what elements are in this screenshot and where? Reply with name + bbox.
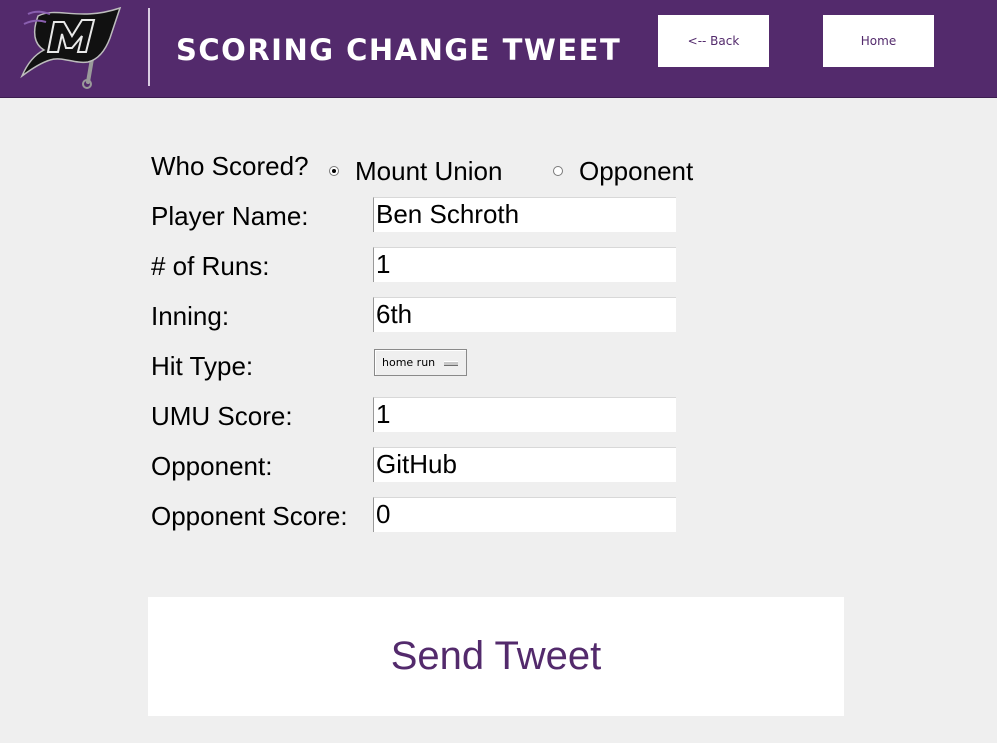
home-button[interactable]: Home bbox=[823, 15, 934, 67]
scoring-change-tweet-window: SCORING CHANGE TWEET <-- Back Home Who S… bbox=[0, 0, 997, 743]
opponent-field[interactable]: GitHub bbox=[373, 447, 676, 482]
player-name-field[interactable]: Ben Schroth bbox=[373, 197, 676, 232]
runs-label: # of Runs: bbox=[151, 251, 270, 281]
radio-mount-union-label: Mount Union bbox=[355, 155, 503, 186]
option-menu-indicator-icon bbox=[444, 361, 458, 366]
umu-score-field[interactable]: 1 bbox=[373, 397, 676, 432]
radio-mount-union[interactable]: Mount Union bbox=[329, 153, 502, 189]
player-name-label: Player Name: bbox=[151, 201, 309, 231]
inning-field[interactable]: 6th bbox=[373, 297, 676, 332]
header-divider bbox=[148, 8, 150, 86]
mount-union-flag-logo-icon bbox=[18, 4, 126, 90]
hit-type-label: Hit Type: bbox=[151, 351, 254, 381]
send-tweet-button[interactable]: Send Tweet bbox=[148, 597, 844, 716]
radio-opponent[interactable]: Opponent bbox=[553, 153, 693, 189]
hit-type-select[interactable]: home run bbox=[374, 349, 467, 376]
back-button[interactable]: <-- Back bbox=[658, 15, 769, 67]
header-bar: SCORING CHANGE TWEET <-- Back Home bbox=[0, 0, 997, 98]
radio-opponent-label: Opponent bbox=[579, 155, 694, 186]
runs-field[interactable]: 1 bbox=[373, 247, 676, 282]
opponent-score-field[interactable]: 0 bbox=[373, 497, 676, 532]
radio-selected-icon[interactable] bbox=[329, 166, 339, 176]
hit-type-selected-value: home run bbox=[382, 356, 436, 369]
page-title: SCORING CHANGE TWEET bbox=[176, 33, 622, 67]
radio-unselected-icon[interactable] bbox=[553, 166, 563, 176]
who-scored-label: Who Scored? bbox=[151, 151, 309, 181]
opponent-score-label: Opponent Score: bbox=[151, 501, 348, 531]
inning-label: Inning: bbox=[151, 301, 230, 331]
umu-score-label: UMU Score: bbox=[151, 401, 293, 431]
opponent-label: Opponent: bbox=[151, 451, 273, 481]
